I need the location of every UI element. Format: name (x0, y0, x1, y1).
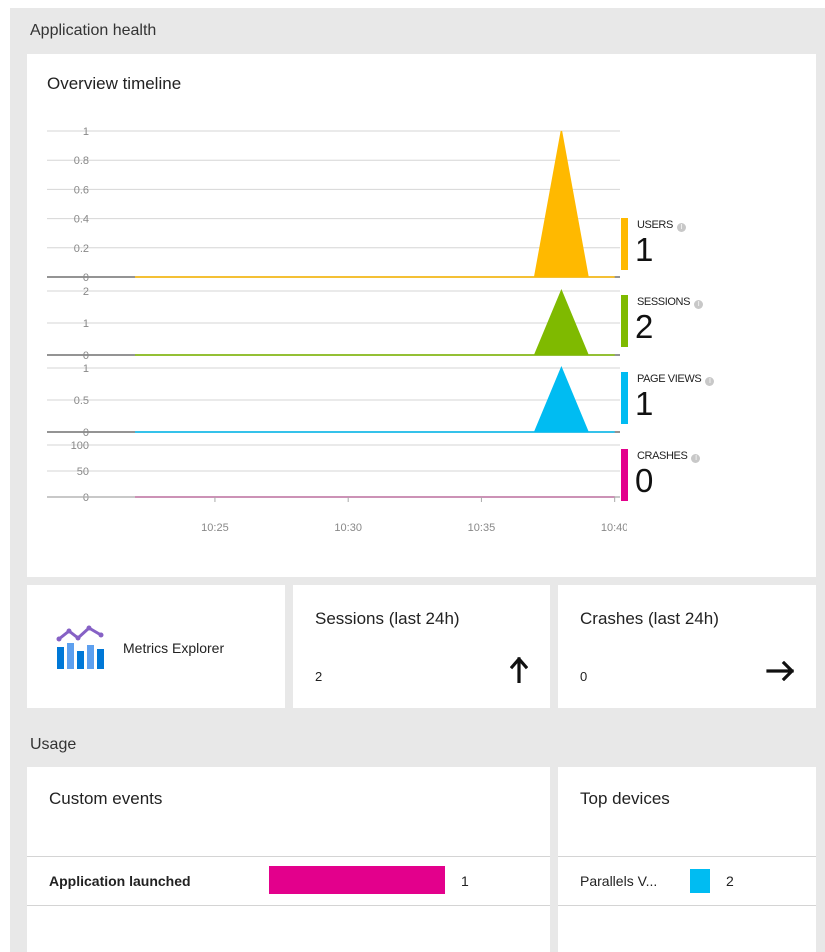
divider (27, 856, 550, 857)
legend-users-color-bar (621, 218, 628, 270)
legend-users: USERS i 1 (621, 218, 721, 272)
sessions-24h-title: Sessions (last 24h) (315, 609, 460, 628)
event-row-bar (269, 866, 445, 894)
x-tick-label: 10:40 (601, 522, 627, 534)
device-row-label: Parallels V... (580, 873, 658, 889)
section-title-usage: Usage (30, 736, 77, 753)
y-tick-label: 0.5 (74, 395, 89, 407)
legend-crashes: CRASHES i 0 (621, 449, 721, 503)
x-tick-label: 10:35 (468, 522, 496, 534)
metrics-chart-icon (56, 625, 104, 669)
series-area-users (135, 130, 615, 278)
legend-page-views-value: 1 (635, 385, 654, 422)
legend-sessions-color-bar (621, 295, 628, 347)
y-tick-label: 0.8 (74, 155, 89, 167)
y-tick-label: 50 (77, 466, 89, 478)
y-tick-label: 0 (83, 427, 89, 439)
arrow-right-icon (766, 661, 794, 681)
y-tick-label: 1 (83, 126, 89, 138)
legend-page-views: PAGE VIEWS i 1 (621, 372, 721, 426)
crashes-24h-title: Crashes (last 24h) (580, 609, 719, 628)
sessions-24h-value: 2 (315, 669, 323, 684)
y-tick-label: 2 (83, 286, 89, 298)
legend-sessions-value: 2 (635, 308, 654, 345)
top-devices-tile[interactable]: Top devices Parallels V... 2 (558, 767, 816, 952)
divider (558, 856, 816, 857)
y-tick-label: 0.6 (74, 184, 89, 196)
y-tick-label: 1 (83, 363, 89, 375)
y-tick-label: 0 (83, 492, 89, 504)
crashes-24h-tile[interactable]: Crashes (last 24h) 0 (558, 585, 816, 708)
y-tick-label: 0.2 (74, 243, 89, 255)
x-tick-label: 10:25 (201, 522, 229, 534)
legend-crashes-value: 0 (635, 462, 654, 499)
dashboard-background: Application health Overview timeline 1 0.… (10, 8, 825, 952)
legend-users-value: 1 (635, 231, 654, 268)
custom-events-title: Custom events (49, 789, 163, 808)
sessions-24h-tile[interactable]: Sessions (last 24h) 2 (293, 585, 550, 708)
x-tick-label: 10:30 (334, 522, 362, 534)
legend-page-views-color-bar (621, 372, 628, 424)
device-row-swatch (690, 869, 710, 893)
metrics-explorer-label: Metrics Explorer (123, 640, 225, 656)
y-tick-label: 0 (83, 272, 89, 284)
arrow-up-icon (510, 657, 528, 683)
y-tick-label: 0.4 (74, 214, 89, 226)
info-icon[interactable]: i (694, 300, 704, 309)
device-row-value: 2 (726, 873, 734, 889)
info-icon[interactable]: i (691, 454, 701, 463)
legend-sessions: SESSIONS i 2 (621, 295, 721, 349)
overview-timeline-tile[interactable]: Overview timeline 1 0.8 0.6 0.4 0.2 0 2 1 0 1 0.5 0… (27, 54, 816, 577)
legend-crashes-color-bar (621, 449, 628, 501)
info-icon[interactable]: i (676, 223, 686, 232)
event-row-label: Application launched (49, 873, 191, 889)
section-title-application-health: Application health (30, 22, 157, 39)
y-tick-label: 1 (83, 318, 89, 330)
custom-events-tile[interactable]: Custom events Application launched 1 (27, 767, 550, 952)
metrics-explorer-tile[interactable]: Metrics Explorer (27, 585, 285, 708)
divider (27, 905, 550, 906)
event-row-value: 1 (461, 873, 469, 889)
y-tick-label: 100 (71, 440, 89, 452)
overview-timeline-chart: 10.80.60.40.2021010.5010050010:25 10:30 10… (47, 126, 627, 534)
y-tick-label: 0 (83, 350, 89, 362)
top-devices-title: Top devices (580, 789, 670, 808)
crashes-24h-value: 0 (580, 669, 588, 684)
info-icon[interactable]: i (705, 377, 715, 386)
divider (558, 905, 816, 906)
